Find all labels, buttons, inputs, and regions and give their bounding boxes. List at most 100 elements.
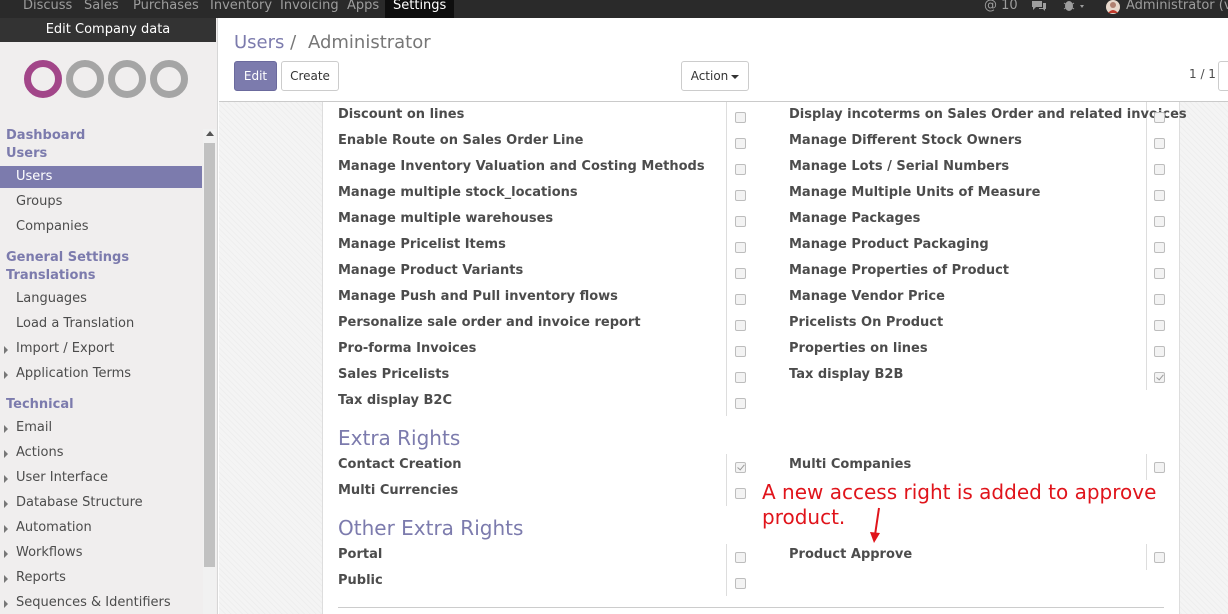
- sidebar-item-database-structure[interactable]: Database Structure: [0, 492, 202, 514]
- right-checkbox[interactable]: [1154, 164, 1165, 175]
- right-checkbox[interactable]: [1154, 462, 1165, 473]
- sidebar-item-actions[interactable]: Actions: [0, 442, 202, 464]
- sidebar-item-user-interface[interactable]: User Interface: [0, 467, 202, 489]
- right-checkbox[interactable]: [1154, 216, 1165, 227]
- right-checkbox[interactable]: [735, 216, 746, 227]
- right-checkbox[interactable]: [735, 398, 746, 409]
- right-checkbox[interactable]: [735, 346, 746, 357]
- column-separator: [1146, 544, 1147, 570]
- breadcrumb: Users / Administrator: [234, 32, 431, 53]
- right-label: Display incoterms on Sales Order and rel…: [789, 107, 1187, 122]
- right-checkbox[interactable]: [735, 552, 746, 563]
- right-label: Manage multiple warehouses: [338, 211, 554, 226]
- caret-right-icon: [4, 425, 8, 433]
- right-label: Discount on lines: [338, 107, 465, 122]
- right-checkbox[interactable]: [1154, 242, 1165, 253]
- right-label: Pro-forma Invoices: [338, 341, 477, 356]
- right-checkbox[interactable]: [735, 190, 746, 201]
- sidebar-item-email[interactable]: Email: [0, 417, 202, 439]
- right-checkbox[interactable]: [735, 242, 746, 253]
- right-label: Manage Different Stock Owners: [789, 133, 1022, 148]
- right-label: Portal: [338, 547, 383, 562]
- right-checkbox[interactable]: [735, 462, 746, 473]
- right-label: Manage Push and Pull inventory flows: [338, 289, 618, 304]
- sidebar-item-users[interactable]: Users: [0, 166, 202, 188]
- pager-previous-button[interactable]: [1218, 61, 1228, 91]
- bug-icon[interactable]: [1063, 0, 1089, 18]
- right-label: Manage Multiple Units of Measure: [789, 185, 1041, 200]
- sidebar-item-label: Reports: [16, 570, 66, 585]
- create-button[interactable]: Create: [281, 61, 339, 91]
- sidebar-head-technical[interactable]: Technical: [6, 397, 74, 412]
- right-label: Contact Creation: [338, 457, 462, 472]
- caret-right-icon: [4, 600, 8, 608]
- right-label: Sales Pricelists: [338, 367, 450, 382]
- sidebar-item-groups[interactable]: Groups: [0, 191, 202, 213]
- sidebar-item-sequences[interactable]: Sequences & Identifiers: [0, 592, 202, 614]
- right-checkbox[interactable]: [1154, 294, 1165, 305]
- right-checkbox[interactable]: [735, 268, 746, 279]
- sidebar-item-load-translation[interactable]: Load a Translation: [0, 313, 202, 335]
- right-checkbox[interactable]: [1154, 346, 1165, 357]
- right-checkbox[interactable]: [735, 488, 746, 499]
- nav-inventory[interactable]: Inventory: [210, 0, 272, 18]
- pager-value: 1 / 1: [1189, 67, 1216, 81]
- right-checkbox[interactable]: [735, 372, 746, 383]
- sidebar-head-translations[interactable]: Translations: [6, 268, 95, 283]
- sidebar-head-users[interactable]: Users: [6, 146, 47, 161]
- caret-right-icon: [4, 371, 8, 379]
- nav-discuss[interactable]: Discuss: [23, 0, 72, 18]
- breadcrumb-users-link[interactable]: Users: [234, 32, 284, 53]
- right-checkbox[interactable]: [735, 294, 746, 305]
- sidebar-item-label: Automation: [16, 520, 92, 535]
- sidebar-item-label: Actions: [16, 445, 64, 460]
- user-menu[interactable]: Administrator (v10: [1126, 0, 1228, 18]
- right-label: Public: [338, 573, 383, 588]
- right-label: Manage multiple stock_locations: [338, 185, 578, 200]
- nav-sales[interactable]: Sales: [84, 0, 119, 18]
- right-checkbox[interactable]: [1154, 372, 1165, 383]
- nav-apps[interactable]: Apps: [347, 0, 379, 18]
- action-dropdown[interactable]: Action: [681, 61, 749, 91]
- sidebar-item-workflows[interactable]: Workflows: [0, 542, 202, 564]
- right-checkbox[interactable]: [735, 578, 746, 589]
- sidebar-item-label: Workflows: [16, 545, 83, 560]
- chat-icon[interactable]: [1031, 0, 1047, 18]
- sidebar-item-label: Email: [16, 420, 53, 435]
- right-checkbox[interactable]: [1154, 112, 1165, 123]
- sidebar-item-companies[interactable]: Companies: [0, 216, 202, 238]
- sidebar-head-general-settings[interactable]: General Settings: [6, 250, 129, 265]
- right-label: Multi Companies: [789, 457, 912, 472]
- section-title-other-extra-rights: Other Extra Rights: [338, 516, 524, 540]
- right-label: Manage Product Packaging: [789, 237, 989, 252]
- right-checkbox[interactable]: [735, 164, 746, 175]
- right-checkbox[interactable]: [735, 112, 746, 123]
- right-checkbox[interactable]: [1154, 138, 1165, 149]
- right-checkbox[interactable]: [1154, 320, 1165, 331]
- right-label: Tax display B2C: [338, 393, 453, 408]
- right-label: Manage Inventory Valuation and Costing M…: [338, 159, 705, 174]
- sidebar-item-label: Sequences & Identifiers: [16, 595, 171, 610]
- edit-company-button[interactable]: Edit Company data: [0, 18, 216, 42]
- right-checkbox[interactable]: [1154, 268, 1165, 279]
- right-checkbox[interactable]: [735, 320, 746, 331]
- right-checkbox[interactable]: [735, 138, 746, 149]
- edit-button[interactable]: Edit: [234, 61, 277, 91]
- right-checkbox[interactable]: [1154, 190, 1165, 201]
- sidebar-item-reports[interactable]: Reports: [0, 567, 202, 589]
- right-label: Product Approve: [789, 547, 913, 562]
- sidebar-head-dashboard[interactable]: Dashboard: [6, 128, 85, 143]
- avatar[interactable]: [1105, 0, 1121, 18]
- sidebar-item-automation[interactable]: Automation: [0, 517, 202, 539]
- nav-purchases[interactable]: Purchases: [133, 0, 199, 18]
- sidebar-item-import-export[interactable]: Import / Export: [0, 338, 202, 360]
- right-checkbox[interactable]: [1154, 552, 1165, 563]
- nav-invoicing[interactable]: Invoicing: [280, 0, 339, 18]
- nav-settings[interactable]: Settings: [385, 0, 455, 18]
- mentions-counter[interactable]: @ 10: [984, 0, 1018, 18]
- sidebar-item-application-terms[interactable]: Application Terms: [0, 363, 202, 385]
- sidebar-item-languages[interactable]: Languages: [0, 288, 202, 310]
- right-label: Properties on lines: [789, 341, 928, 356]
- sidebar-scrollbar-thumb[interactable]: [204, 143, 215, 567]
- scroll-up-icon[interactable]: [206, 131, 214, 136]
